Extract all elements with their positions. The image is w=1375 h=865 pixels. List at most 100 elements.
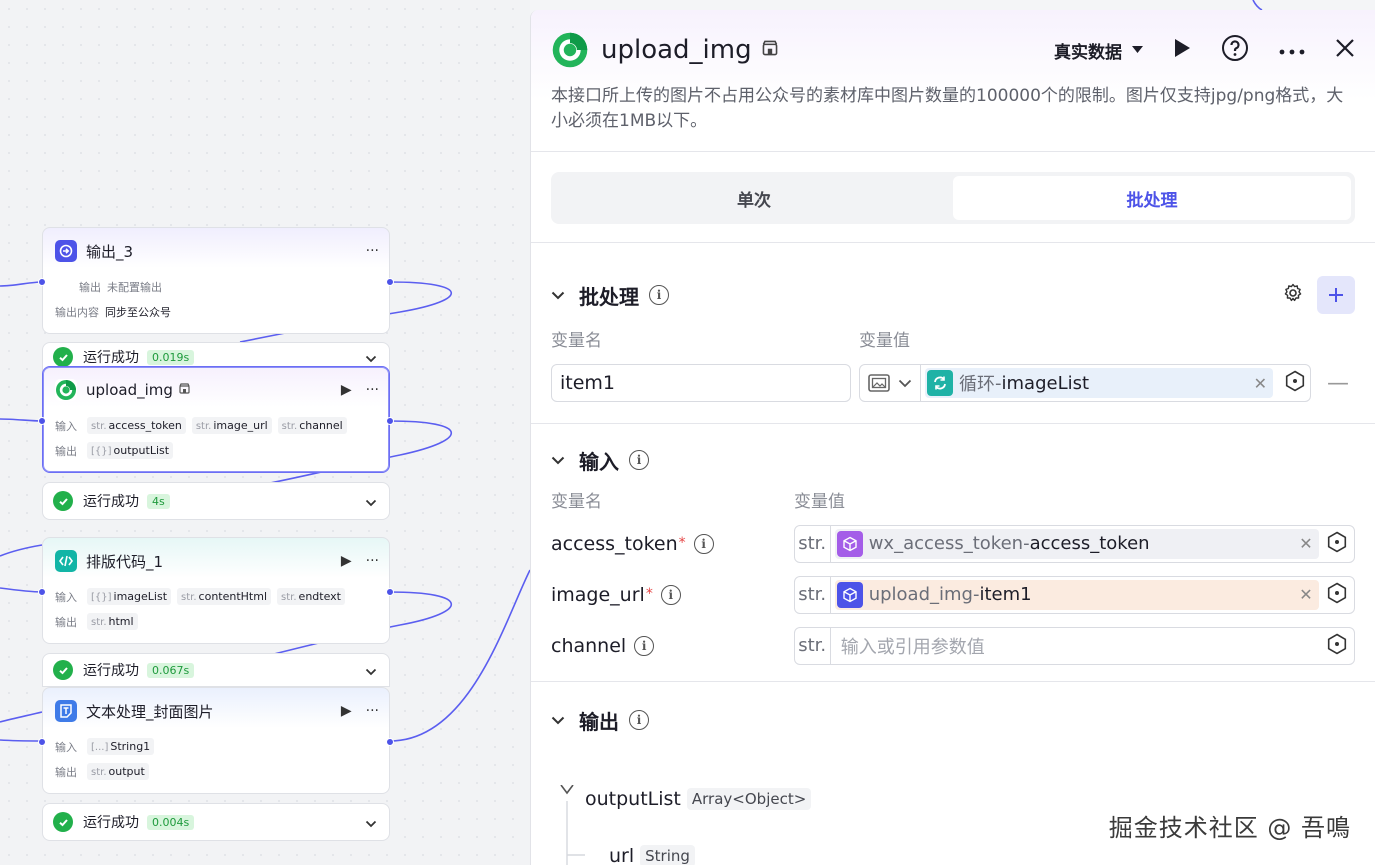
- run-node-icon[interactable]: ▶: [341, 382, 352, 398]
- plugin-store-icon: [179, 383, 190, 397]
- param-value-placeholder[interactable]: 输入或引用参数值: [841, 633, 985, 659]
- plugin-description: 本接口所上传的图片不占用公众号的素材库中图片数量的100000个的限制。图片仅支…: [551, 86, 1344, 131]
- node-title: upload_img: [86, 381, 173, 399]
- variable-picker-icon[interactable]: [1326, 633, 1348, 659]
- watermark: 掘金技术社区 @ 吾鳴: [1108, 814, 1351, 842]
- data-mode-select[interactable]: 真实数据: [1054, 38, 1143, 63]
- node-text-process-cover[interactable]: 文本处理_封面图片 ▶ ··· 输入 [...] String1 输出 str. o…: [38, 687, 394, 794]
- info-icon[interactable]: i: [629, 450, 649, 470]
- edge-text-up: [389, 569, 531, 742]
- info-icon[interactable]: i: [634, 635, 655, 656]
- tab-batch[interactable]: 批处理: [953, 176, 1351, 220]
- more-icon[interactable]: ···: [366, 382, 379, 398]
- chevron-down-icon[interactable]: [365, 492, 377, 511]
- output-item[interactable]: outputList Array<Object>: [585, 788, 812, 810]
- run-node-icon[interactable]: ▶: [341, 553, 352, 569]
- status-text: 运行成功: [83, 350, 139, 366]
- node-detail-panel: upload_img 真实数据 本接口所上传的图片不占用公众号的素材库中图片数量…: [530, 10, 1375, 865]
- status-text: 运行成功: [83, 494, 139, 510]
- variable-picker-icon[interactable]: [1326, 582, 1348, 608]
- param-value-field[interactable]: str. upload_img - item1 ✕: [793, 575, 1355, 614]
- chevron-down-icon: [898, 379, 912, 387]
- remove-item-button[interactable]: —: [1327, 371, 1349, 396]
- param-chip: [...] String1: [87, 738, 155, 755]
- clear-icon[interactable]: ✕: [1299, 534, 1312, 553]
- reference-pill[interactable]: wx_access_token - access_token ✕: [834, 528, 1319, 559]
- success-check-icon: [53, 812, 73, 832]
- batch-item-value-field[interactable]: 循环 - imageList ✕: [859, 364, 1311, 402]
- input-port[interactable]: [38, 738, 46, 746]
- plugin-store-icon: [762, 40, 778, 60]
- section-title: 输入: [579, 449, 619, 474]
- node-title: 输出_3: [86, 242, 134, 261]
- reference-pill[interactable]: upload_img - item1 ✕: [834, 579, 1319, 610]
- param-chip: str. access_token: [87, 417, 186, 434]
- edge-in-text-b: [0, 739, 43, 742]
- clear-icon[interactable]: ✕: [1299, 585, 1312, 604]
- edge-top-right: [1252, 0, 1263, 11]
- run-status-bar[interactable]: 运行成功 0.067s: [42, 653, 390, 687]
- input-port[interactable]: [38, 278, 46, 286]
- close-icon[interactable]: [1335, 38, 1355, 63]
- edge-in-output3: [0, 281, 43, 287]
- outputs-section-header[interactable]: 输出 i: [531, 700, 1375, 740]
- output-port[interactable]: [386, 588, 394, 596]
- row-label: 输出内容: [55, 305, 99, 319]
- more-icon[interactable]: [1279, 40, 1305, 60]
- run-status-bar[interactable]: 运行成功 4s: [42, 482, 390, 520]
- loop-icon: [927, 370, 953, 396]
- clear-icon[interactable]: ✕: [1254, 374, 1267, 393]
- output-port[interactable]: [386, 417, 394, 425]
- chevron-down-icon[interactable]: [365, 813, 377, 832]
- data-mode-label: 真实数据: [1054, 42, 1122, 63]
- node-typeset-code[interactable]: 排版代码_1 ▶ ··· 输入 [{}] imageList str. conten…: [38, 537, 394, 644]
- panel-header: upload_img 真实数据 本接口所上传的图片不占用公众号的素材库中图片数量…: [531, 10, 1375, 152]
- input-port[interactable]: [38, 417, 46, 425]
- more-icon[interactable]: ···: [366, 243, 379, 259]
- run-status-bar[interactable]: 运行成功 0.004s: [42, 803, 390, 841]
- run-time-badge: 0.067s: [147, 662, 195, 678]
- row-label: 输入: [55, 419, 77, 433]
- gear-icon[interactable]: [1283, 283, 1303, 307]
- help-icon[interactable]: [1221, 34, 1249, 67]
- row-value: 同步至公众号: [105, 305, 171, 319]
- run-icon[interactable]: [1173, 38, 1191, 63]
- output-port[interactable]: [386, 278, 394, 286]
- run-node-icon[interactable]: ▶: [341, 703, 352, 719]
- workflow-canvas[interactable]: 输出_3 ··· 输出 未配置输出 输出内容 同步至公众号 运行成功 0.019…: [0, 0, 1263, 865]
- info-icon[interactable]: i: [693, 533, 714, 554]
- end-node-icon: [55, 240, 77, 262]
- type-tag: str.: [795, 627, 831, 664]
- chevron-down-icon: [551, 291, 565, 299]
- param-value-field[interactable]: str. wx_access_token - access_token ✕: [793, 524, 1355, 563]
- output-port[interactable]: [386, 738, 394, 746]
- info-icon[interactable]: i: [629, 710, 649, 730]
- variable-picker-icon[interactable]: [1326, 531, 1348, 557]
- node-title: 文本处理_封面图片: [86, 702, 214, 721]
- param-value-field[interactable]: str. 输入或引用参数值: [793, 626, 1355, 665]
- run-time-badge: 4s: [147, 493, 170, 509]
- reference-pill[interactable]: 循环 - imageList ✕: [925, 368, 1273, 398]
- info-icon[interactable]: i: [660, 584, 681, 605]
- inputs-section-header[interactable]: 输入 i: [531, 440, 1375, 480]
- add-button[interactable]: [1317, 276, 1355, 314]
- more-icon[interactable]: ···: [366, 703, 379, 719]
- info-icon[interactable]: i: [649, 285, 669, 305]
- tab-single[interactable]: 单次: [555, 176, 953, 220]
- chevron-down-icon[interactable]: [365, 348, 377, 367]
- image-type-select[interactable]: [860, 365, 921, 401]
- output-item[interactable]: url String: [609, 845, 695, 865]
- batch-item-name-input[interactable]: item1: [551, 364, 851, 402]
- node-output-3[interactable]: 输出_3 ··· 输出 未配置输出 输出内容 同步至公众号: [38, 227, 394, 334]
- variable-picker-icon[interactable]: [1284, 370, 1306, 396]
- row-label: 输出: [79, 280, 101, 294]
- run-time-badge: 0.019s: [147, 349, 195, 365]
- input-row-image-url: image_url * i str. upload_img - item1 ✕: [531, 569, 1375, 620]
- chevron-down-icon[interactable]: [365, 661, 377, 680]
- section-title: 输出: [579, 709, 619, 734]
- input-port[interactable]: [38, 588, 46, 596]
- text-process-icon: [55, 700, 77, 722]
- batch-section-header[interactable]: 批处理 i: [531, 275, 1375, 315]
- node-upload-img[interactable]: upload_img ▶ ··· 输入 str. access_token str…: [38, 366, 394, 473]
- more-icon[interactable]: ···: [366, 553, 379, 569]
